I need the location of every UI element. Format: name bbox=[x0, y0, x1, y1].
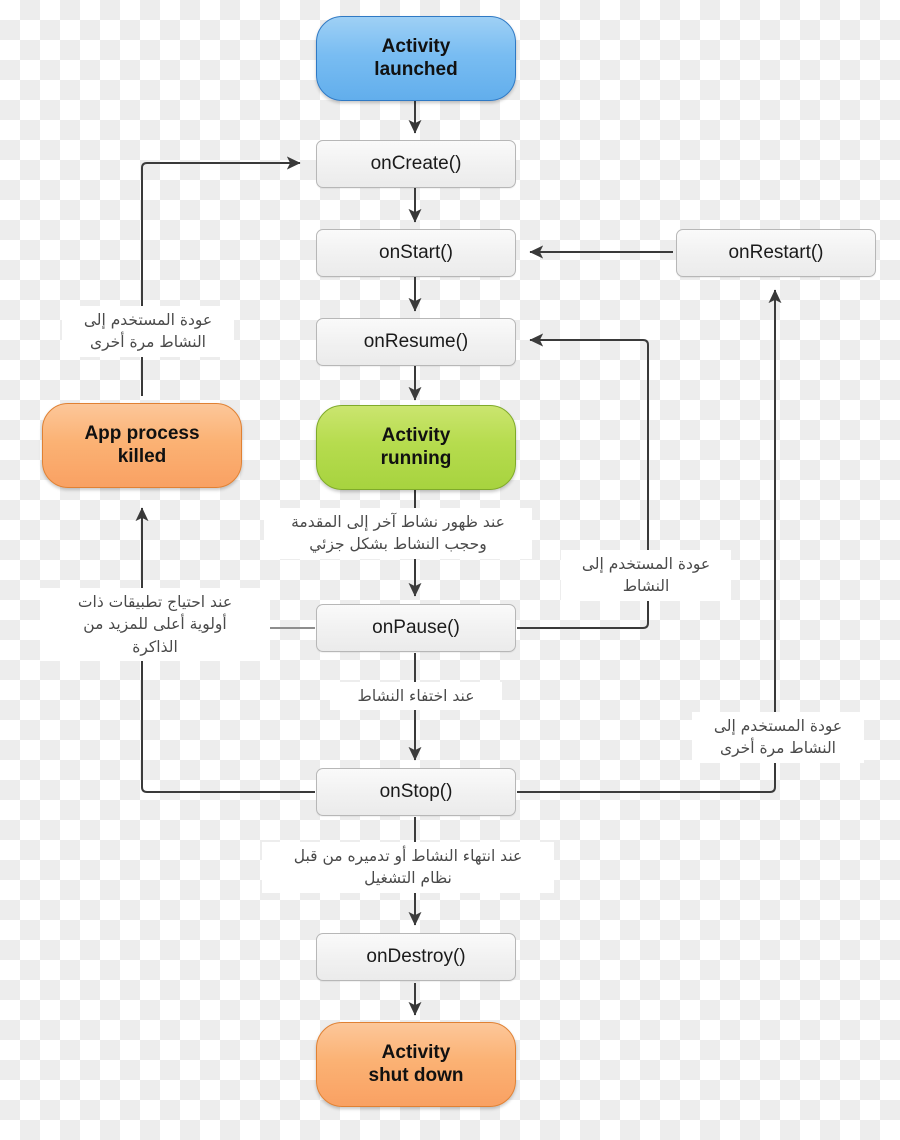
node-activity-running[interactable]: Activity running bbox=[316, 405, 516, 490]
edge-killed-to-oncreate bbox=[141, 156, 301, 396]
node-activity-shut-down-line2: shut down bbox=[368, 1064, 464, 1086]
node-activity-shut-down[interactable]: Activity shut down bbox=[316, 1022, 516, 1107]
node-app-process-killed-text: App process killed bbox=[84, 423, 199, 468]
node-activity-running-line1: Activity bbox=[381, 425, 451, 447]
node-app-process-killed[interactable]: App process killed bbox=[42, 403, 242, 488]
node-activity-running-line2: running bbox=[380, 447, 452, 469]
node-onstop[interactable]: onStop() bbox=[316, 768, 516, 816]
note-higher-priority-apps-need-memory: عند احتياج تطبيقات ذات أولوية أعلى للمزي… bbox=[40, 588, 270, 662]
node-activity-shut-down-line1: Activity bbox=[381, 1042, 451, 1064]
node-onrestart[interactable]: onRestart() bbox=[676, 229, 876, 277]
node-activity-launched[interactable]: Activity launched bbox=[316, 16, 516, 101]
node-activity-launched-line1: Activity bbox=[381, 36, 451, 58]
node-oncreate-label: onCreate() bbox=[370, 152, 462, 174]
node-activity-running-text: Activity running bbox=[381, 425, 452, 470]
note-another-activity-foreground: عند ظهور نشاط آخر إلى المقدمة وحجب النشا… bbox=[264, 508, 532, 559]
node-activity-launched-text: Activity launched bbox=[374, 36, 457, 81]
node-onresume-label: onResume() bbox=[363, 330, 469, 352]
node-onstop-label: onStop() bbox=[379, 780, 453, 802]
node-ondestroy[interactable]: onDestroy() bbox=[316, 933, 516, 981]
node-oncreate[interactable]: onCreate() bbox=[316, 140, 516, 188]
note-activity-finishing-or-destroyed: عند انتهاء النشاط أو تدميره من قبل نظام … bbox=[262, 842, 554, 893]
node-onstart[interactable]: onStart() bbox=[316, 229, 516, 277]
note-user-returns-again-right: عودة المستخدم إلى النشاط مرة أخرى bbox=[692, 712, 864, 763]
note-user-returns-again-left: عودة المستخدم إلى النشاط مرة أخرى bbox=[62, 306, 234, 357]
node-ondestroy-label: onDestroy() bbox=[366, 945, 466, 967]
node-onpause[interactable]: onPause() bbox=[316, 604, 516, 652]
node-app-process-killed-line2: killed bbox=[117, 445, 167, 467]
node-onpause-label: onPause() bbox=[372, 616, 460, 638]
note-user-returns-to-activity: عودة المستخدم إلى النشاط bbox=[561, 550, 731, 601]
node-onrestart-label: onRestart() bbox=[728, 241, 824, 263]
node-app-process-killed-line1: App process bbox=[84, 423, 200, 445]
activity-lifecycle-diagram: Activity launched onCreate() onStart() o… bbox=[0, 0, 900, 1140]
node-activity-shut-down-text: Activity shut down bbox=[369, 1042, 464, 1087]
node-onstart-label: onStart() bbox=[379, 241, 453, 263]
node-onresume[interactable]: onResume() bbox=[316, 318, 516, 366]
node-activity-launched-line2: launched bbox=[374, 58, 458, 80]
note-activity-no-longer-visible: عند اختفاء النشاط bbox=[330, 682, 502, 711]
